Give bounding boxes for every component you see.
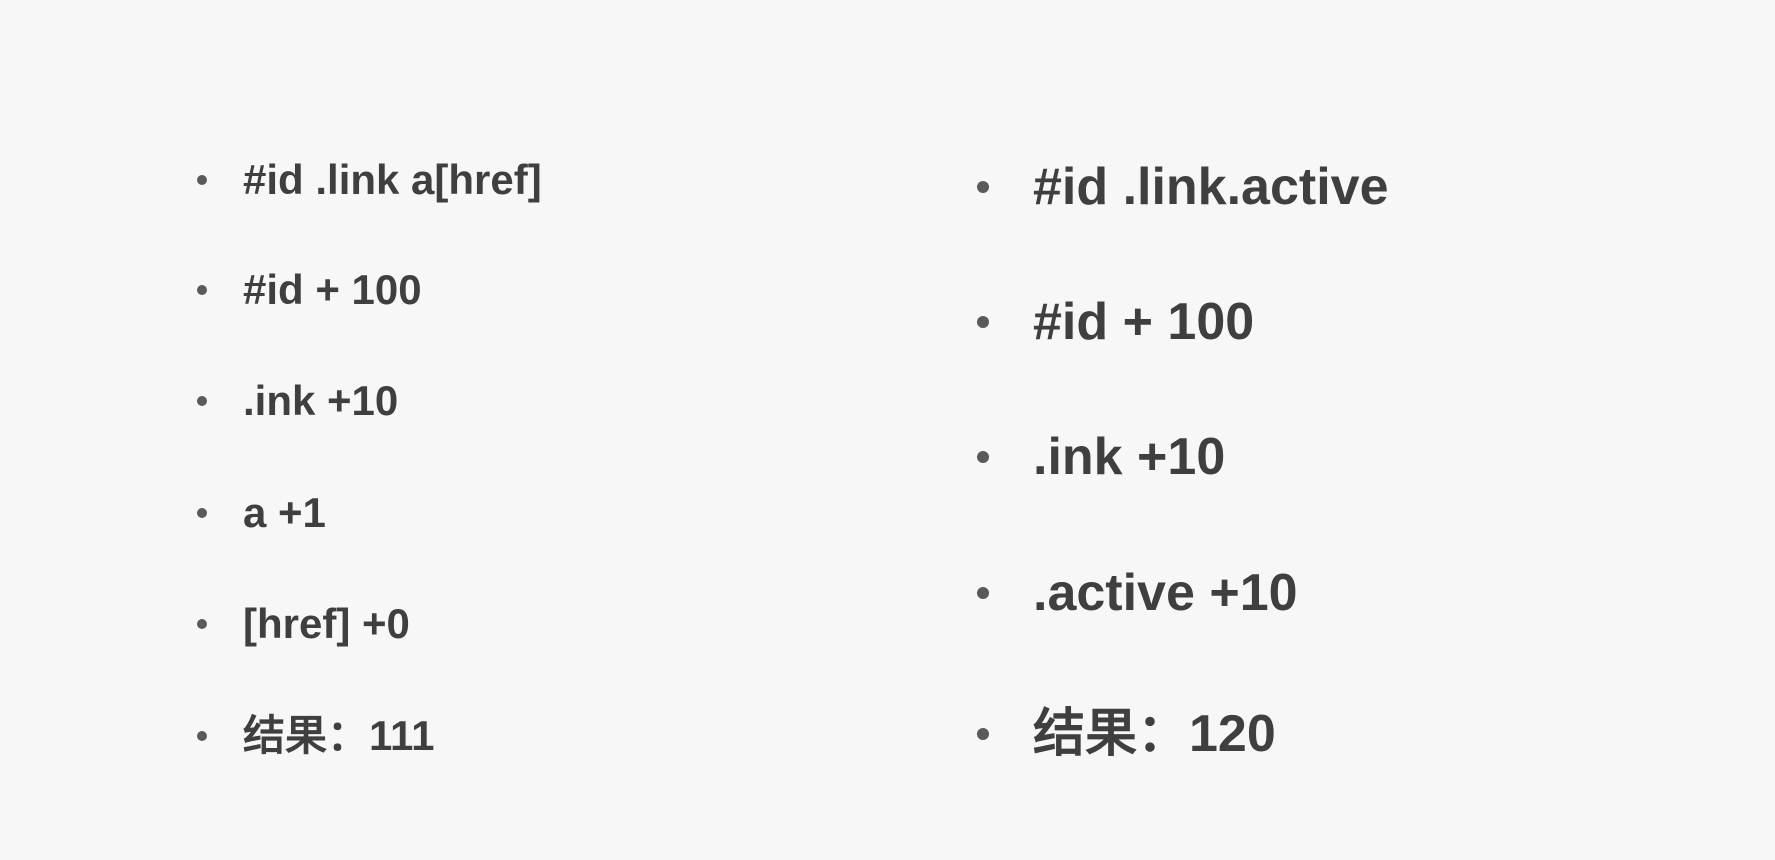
list-item-text: #id .link.active (1033, 158, 1389, 216)
list-item-text: #id .link a[href] (243, 156, 542, 203)
bullet-icon (197, 175, 207, 185)
list-item-text: #id + 100 (1033, 293, 1255, 351)
list-item: #id .link a[href] (197, 155, 542, 205)
bullet-icon (197, 508, 207, 518)
list-item: .ink +10 (197, 376, 399, 426)
list-item-text: 结果：120 (1033, 705, 1276, 763)
list-item-text: a +1 (243, 489, 326, 536)
list-item: .active +10 (977, 563, 1298, 623)
bullet-icon (977, 181, 989, 193)
list-item: 结果：120 (977, 704, 1276, 764)
list-item: a +1 (197, 488, 326, 538)
bullet-icon (197, 731, 207, 741)
slide: #id .link a[href] #id + 100 .ink +10 a +… (0, 0, 1775, 860)
bullet-icon (977, 316, 989, 328)
bullet-icon (977, 587, 989, 599)
list-item: .ink +10 (977, 427, 1226, 487)
list-item-text: #id + 100 (243, 266, 422, 313)
list-item: #id .link.active (977, 157, 1389, 217)
bullet-icon (977, 451, 989, 463)
list-item-text: [href] +0 (243, 600, 410, 647)
bullet-icon (197, 285, 207, 295)
bullet-icon (197, 619, 207, 629)
list-item-text: .active +10 (1033, 564, 1298, 622)
list-item: [href] +0 (197, 599, 410, 649)
list-item-text: .ink +10 (1033, 428, 1226, 486)
list-item: #id + 100 (977, 292, 1255, 352)
list-item-text: .ink +10 (243, 377, 399, 424)
bullet-icon (977, 728, 989, 740)
list-item: #id + 100 (197, 265, 422, 315)
list-item: 结果：111 (197, 711, 435, 761)
list-item-text: 结果：111 (243, 712, 435, 759)
bullet-icon (197, 396, 207, 406)
